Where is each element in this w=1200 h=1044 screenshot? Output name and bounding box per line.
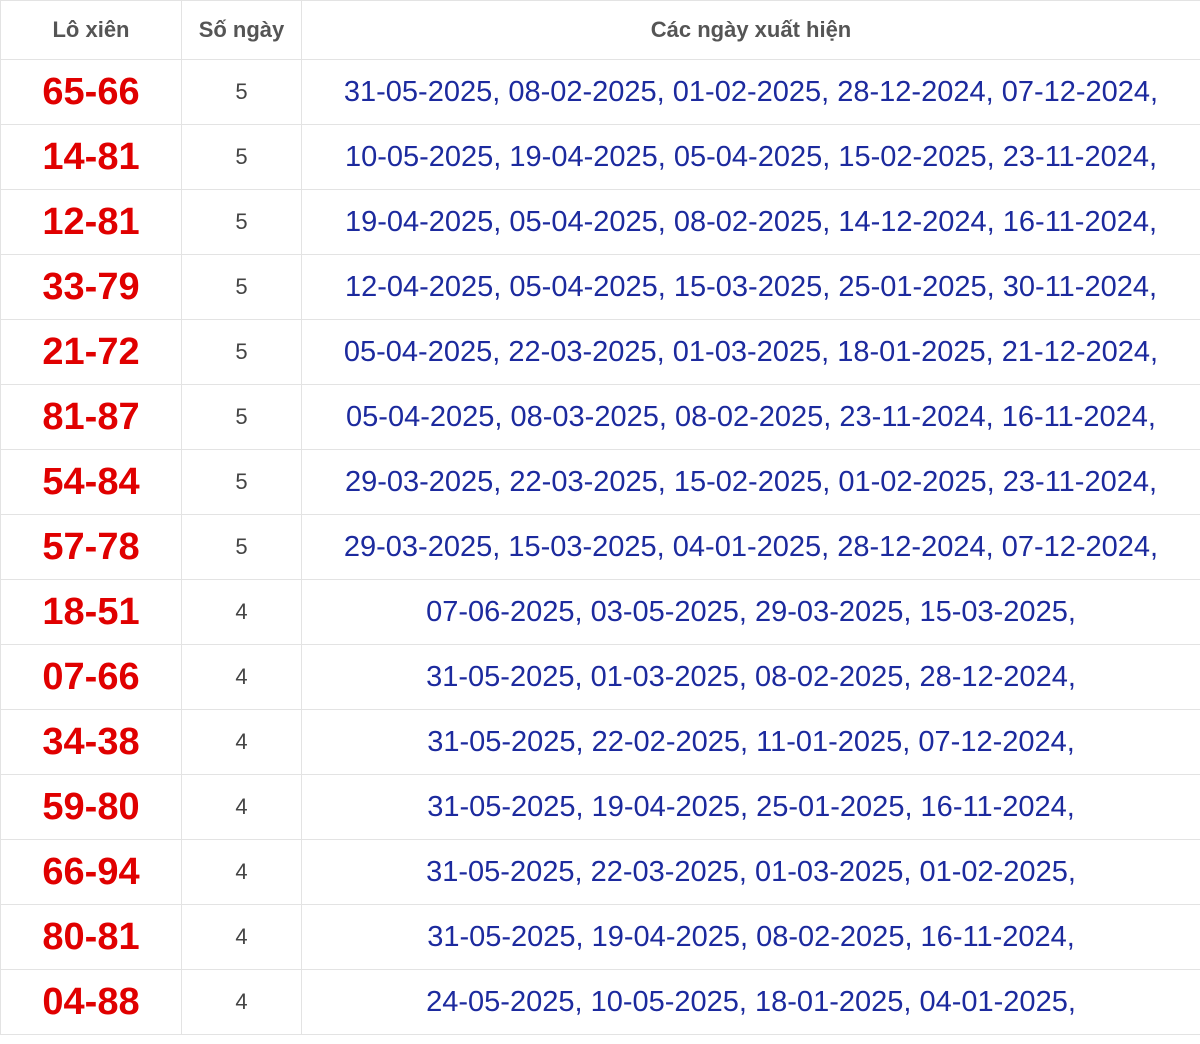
dates-cell: 24-05-2025, 10-05-2025, 18-01-2025, 04-0…	[301, 969, 1200, 1035]
pair-cell: 14-81	[0, 124, 182, 190]
count-cell: 5	[181, 124, 302, 190]
count-cell: 4	[181, 644, 302, 710]
pair-cell: 07-66	[0, 644, 182, 710]
count-cell: 5	[181, 254, 302, 320]
dates-cell: 31-05-2025, 22-02-2025, 11-01-2025, 07-1…	[301, 709, 1200, 775]
dates-cell: 07-06-2025, 03-05-2025, 29-03-2025, 15-0…	[301, 579, 1200, 645]
pair-cell: 54-84	[0, 449, 182, 515]
count-cell: 4	[181, 579, 302, 645]
pair-cell: 80-81	[0, 904, 182, 970]
table-row: 21-72 5 05-04-2025, 22-03-2025, 01-03-20…	[0, 319, 1200, 385]
dates-cell: 19-04-2025, 05-04-2025, 08-02-2025, 14-1…	[301, 189, 1200, 255]
dates-cell: 31-05-2025, 19-04-2025, 25-01-2025, 16-1…	[301, 774, 1200, 840]
pair-cell: 18-51	[0, 579, 182, 645]
pair-cell: 12-81	[0, 189, 182, 255]
header-dates: Các ngày xuất hiện	[301, 0, 1200, 60]
table-header-row: Lô xiên Số ngày Các ngày xuất hiện	[0, 0, 1200, 60]
header-count: Số ngày	[181, 0, 302, 60]
count-cell: 5	[181, 514, 302, 580]
pair-cell: 59-80	[0, 774, 182, 840]
dates-cell: 31-05-2025, 08-02-2025, 01-02-2025, 28-1…	[301, 59, 1200, 125]
table-row: 59-80 4 31-05-2025, 19-04-2025, 25-01-20…	[0, 774, 1200, 840]
count-cell: 4	[181, 969, 302, 1035]
header-pair: Lô xiên	[0, 0, 182, 60]
table-row: 33-79 5 12-04-2025, 05-04-2025, 15-03-20…	[0, 254, 1200, 320]
table-row: 54-84 5 29-03-2025, 22-03-2025, 15-02-20…	[0, 449, 1200, 515]
count-cell: 5	[181, 59, 302, 125]
table-row: 57-78 5 29-03-2025, 15-03-2025, 04-01-20…	[0, 514, 1200, 580]
table-row: 80-81 4 31-05-2025, 19-04-2025, 08-02-20…	[0, 904, 1200, 970]
dates-cell: 10-05-2025, 19-04-2025, 05-04-2025, 15-0…	[301, 124, 1200, 190]
count-cell: 5	[181, 319, 302, 385]
pair-cell: 66-94	[0, 839, 182, 905]
dates-cell: 12-04-2025, 05-04-2025, 15-03-2025, 25-0…	[301, 254, 1200, 320]
pair-cell: 81-87	[0, 384, 182, 450]
count-cell: 5	[181, 384, 302, 450]
table-row: 81-87 5 05-04-2025, 08-03-2025, 08-02-20…	[0, 384, 1200, 450]
table-row: 07-66 4 31-05-2025, 01-03-2025, 08-02-20…	[0, 644, 1200, 710]
count-cell: 4	[181, 904, 302, 970]
pair-cell: 57-78	[0, 514, 182, 580]
count-cell: 5	[181, 449, 302, 515]
table-row: 34-38 4 31-05-2025, 22-02-2025, 11-01-20…	[0, 709, 1200, 775]
table-row: 14-81 5 10-05-2025, 19-04-2025, 05-04-20…	[0, 124, 1200, 190]
pair-cell: 65-66	[0, 59, 182, 125]
dates-cell: 05-04-2025, 22-03-2025, 01-03-2025, 18-0…	[301, 319, 1200, 385]
dates-cell: 31-05-2025, 19-04-2025, 08-02-2025, 16-1…	[301, 904, 1200, 970]
pair-cell: 21-72	[0, 319, 182, 385]
count-cell: 4	[181, 709, 302, 775]
dates-cell: 31-05-2025, 22-03-2025, 01-03-2025, 01-0…	[301, 839, 1200, 905]
table-body: 65-66 5 31-05-2025, 08-02-2025, 01-02-20…	[0, 59, 1200, 1035]
table-row: 04-88 4 24-05-2025, 10-05-2025, 18-01-20…	[0, 969, 1200, 1035]
lo-xien-table: Lô xiên Số ngày Các ngày xuất hiện 65-66…	[0, 0, 1200, 1035]
table-row: 65-66 5 31-05-2025, 08-02-2025, 01-02-20…	[0, 59, 1200, 125]
dates-cell: 31-05-2025, 01-03-2025, 08-02-2025, 28-1…	[301, 644, 1200, 710]
count-cell: 4	[181, 774, 302, 840]
dates-cell: 29-03-2025, 22-03-2025, 15-02-2025, 01-0…	[301, 449, 1200, 515]
pair-cell: 33-79	[0, 254, 182, 320]
count-cell: 5	[181, 189, 302, 255]
count-cell: 4	[181, 839, 302, 905]
table-row: 12-81 5 19-04-2025, 05-04-2025, 08-02-20…	[0, 189, 1200, 255]
pair-cell: 34-38	[0, 709, 182, 775]
table-row: 66-94 4 31-05-2025, 22-03-2025, 01-03-20…	[0, 839, 1200, 905]
table-row: 18-51 4 07-06-2025, 03-05-2025, 29-03-20…	[0, 579, 1200, 645]
pair-cell: 04-88	[0, 969, 182, 1035]
dates-cell: 05-04-2025, 08-03-2025, 08-02-2025, 23-1…	[301, 384, 1200, 450]
dates-cell: 29-03-2025, 15-03-2025, 04-01-2025, 28-1…	[301, 514, 1200, 580]
